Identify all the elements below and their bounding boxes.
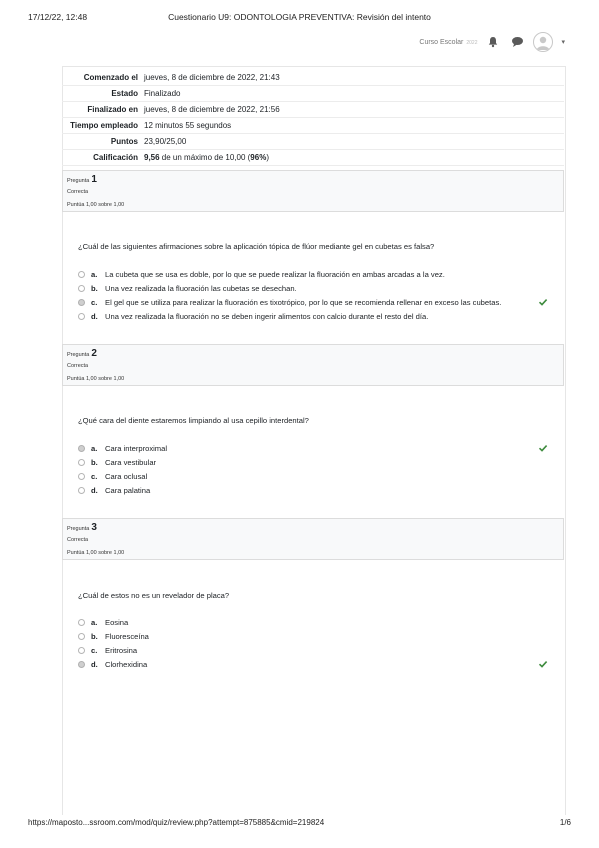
- check-icon: [538, 443, 548, 453]
- radio-button[interactable]: [78, 270, 85, 278]
- summary-row: Puntos 23,90/25,00: [62, 134, 564, 150]
- question-info: Pregunta 2 Correcta Puntúa 1,00 sobre 1,0…: [62, 344, 564, 386]
- course-selector[interactable]: Curso Escolar 2022: [419, 39, 477, 46]
- answer-option[interactable]: c. El gel que se utiliza para realizar l…: [78, 295, 558, 309]
- question-text: ¿Qué cara del diente estaremos limpiando…: [78, 416, 309, 425]
- radio-button[interactable]: [78, 284, 85, 292]
- print-page-number: 1/6: [559, 818, 571, 827]
- question-number: Pregunta 2: [67, 348, 97, 359]
- radio-button[interactable]: [78, 632, 85, 640]
- summary-label: Calificación: [93, 153, 138, 162]
- radio-button[interactable]: [78, 472, 85, 480]
- answer-list: a. La cubeta que se usa es doble, por lo…: [78, 267, 558, 323]
- answer-option[interactable]: c. Eritrosina: [78, 643, 558, 657]
- summary-value: 12 minutos 55 segundos: [144, 121, 232, 130]
- question-info: Pregunta 1 Correcta Puntúa 1,00 sobre 1,0…: [62, 170, 564, 212]
- summary-row: Tiempo empleado 12 minutos 55 segundos: [62, 118, 564, 134]
- question-grade: Puntúa 1,00 sobre 1,00: [67, 376, 125, 382]
- answer-list: a. Eosina b. Fluoresceína c. Eritrosina …: [78, 615, 558, 671]
- summary-row: Finalizado en jueves, 8 de diciembre de …: [62, 102, 564, 118]
- answer-option[interactable]: b. Cara vestibular: [78, 455, 558, 469]
- radio-button[interactable]: [78, 312, 85, 320]
- question-grade: Puntúa 1,00 sobre 1,00: [67, 202, 125, 208]
- question-grade: Puntúa 1,00 sobre 1,00: [67, 550, 125, 556]
- answer-option[interactable]: b. Una vez realizada la fluoración las c…: [78, 281, 558, 295]
- summary-label: Puntos: [110, 137, 138, 146]
- question-number: Pregunta 1: [67, 174, 97, 185]
- answer-option[interactable]: a. La cubeta que se usa es doble, por lo…: [78, 267, 558, 281]
- summary-value: jueves, 8 de diciembre de 2022, 21:43: [144, 73, 280, 82]
- summary-value: 23,90/25,00: [144, 137, 187, 146]
- chevron-down-icon[interactable]: ▾: [561, 38, 565, 46]
- question-state: Correcta: [67, 537, 89, 543]
- attempt-summary: Comenzado el jueves, 8 de diciembre de 2…: [62, 70, 564, 166]
- question-text: ¿Cuál de estos no es un revelador de pla…: [78, 591, 230, 600]
- answer-option[interactable]: d. Clorhexidina: [78, 657, 558, 671]
- answer-option[interactable]: a. Cara interproximal: [78, 441, 558, 455]
- answer-option[interactable]: b. Fluoresceína: [78, 629, 558, 643]
- question-number: Pregunta 3: [67, 522, 97, 533]
- check-icon: [538, 297, 548, 307]
- answer-option[interactable]: a. Eosina: [78, 615, 558, 629]
- summary-row: Estado Finalizado: [62, 86, 564, 102]
- print-header: 17/12/22, 12:48 Cuestionario U9: ODONTOL…: [0, 0, 599, 30]
- top-navbar: Curso Escolar 2022 ▾: [419, 30, 565, 54]
- print-url: https://maposto...ssroom.com/mod/quiz/re…: [28, 818, 325, 827]
- summary-label: Comenzado el: [83, 73, 138, 82]
- check-icon: [538, 659, 548, 669]
- question-state: Correcta: [67, 363, 89, 369]
- question-text: ¿Cuál de las siguientes afirmaciones sob…: [78, 242, 435, 251]
- print-title: Cuestionario U9: ODONTOLOGIA PREVENTIVA:…: [168, 12, 431, 22]
- bell-icon[interactable]: [485, 34, 501, 50]
- summary-value: jueves, 8 de diciembre de 2022, 21:56: [144, 105, 280, 114]
- answer-option[interactable]: d. Una vez realizada la fluoración no se…: [78, 309, 558, 323]
- answer-option[interactable]: c. Cara oclusal: [78, 469, 558, 483]
- summary-label: Estado: [111, 89, 138, 98]
- radio-button[interactable]: [78, 486, 85, 494]
- summary-row: Calificación 9,56 de un máximo de 10,00 …: [62, 150, 564, 166]
- radio-button[interactable]: [78, 660, 85, 668]
- answer-option[interactable]: d. Cara palatina: [78, 483, 558, 497]
- question-state: Correcta: [67, 189, 89, 195]
- radio-button[interactable]: [78, 458, 85, 466]
- question-info: Pregunta 3 Correcta Puntúa 1,00 sobre 1,0…: [62, 518, 564, 560]
- radio-button[interactable]: [78, 646, 85, 654]
- summary-value: 9,56 de un máximo de 10,00 (96%): [144, 153, 269, 162]
- answer-list: a. Cara interproximal b. Cara vestibular…: [78, 441, 558, 497]
- radio-button[interactable]: [78, 298, 85, 306]
- summary-value: Finalizado: [144, 89, 181, 98]
- radio-button[interactable]: [78, 618, 85, 626]
- summary-label: Tiempo empleado: [70, 121, 138, 130]
- summary-label: Finalizado en: [87, 105, 138, 114]
- user-avatar[interactable]: [533, 32, 554, 52]
- radio-button[interactable]: [78, 444, 85, 452]
- summary-row: Comenzado el jueves, 8 de diciembre de 2…: [62, 70, 564, 86]
- chat-icon[interactable]: [509, 34, 525, 50]
